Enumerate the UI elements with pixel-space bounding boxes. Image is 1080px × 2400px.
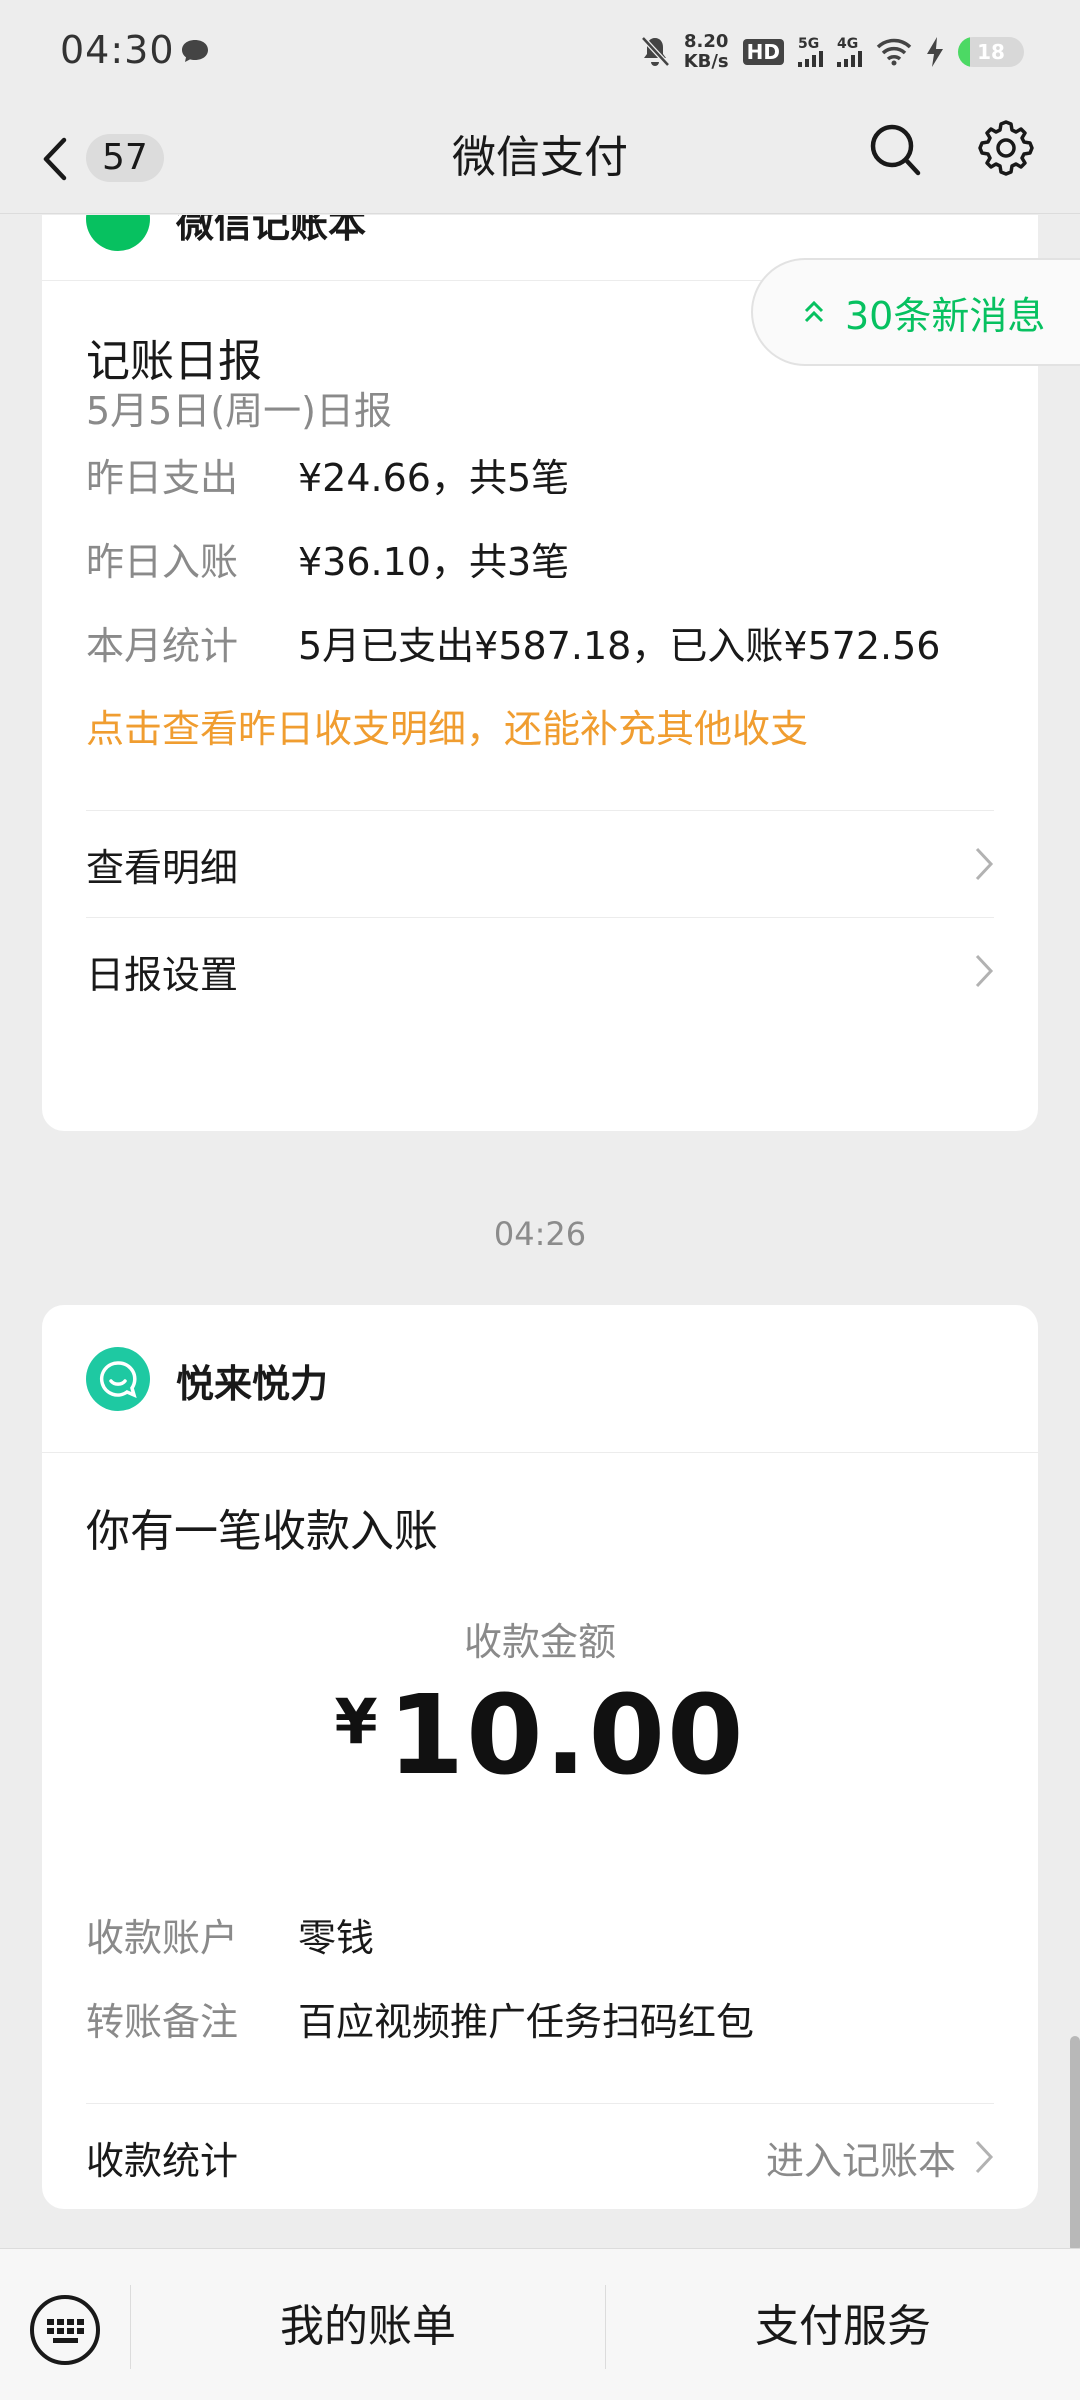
- status-time: 04:30: [60, 28, 175, 72]
- message-list[interactable]: 微信记账本 记账日报 5月5日(周一)日报 昨日支出 ¥24.66，共5笔 昨日…: [0, 215, 1080, 2247]
- ledger-link: 进入记账本: [765, 2138, 956, 2183]
- hd-voice-icon: HD: [742, 39, 784, 65]
- payment-received-card[interactable]: 悦来悦力 你有一笔收款入账 收款金额 ¥10.00 收款账户 零钱 转账备注 百…: [42, 1305, 1038, 2209]
- report-row: 本月统计 5月已支出¥587.18，已入账¥572.56: [86, 624, 941, 668]
- payment-title: 你有一笔收款入账: [86, 1506, 438, 1557]
- smile-chat-icon: [99, 1361, 137, 1399]
- source-name: 悦来悦力: [176, 1362, 329, 1406]
- signal-5g-icon: 5G: [798, 37, 823, 67]
- charging-icon: [927, 37, 943, 67]
- double-chevron-up-icon: [804, 300, 824, 323]
- status-bar: 04:30 8.20 KB/s HD 5G 4G 18: [0, 0, 1080, 104]
- merchant-logo-icon: [86, 1347, 150, 1411]
- wifi-icon: [876, 38, 912, 66]
- keyboard-icon[interactable]: [28, 2293, 102, 2367]
- card-header[interactable]: 悦来悦力: [42, 1305, 1038, 1453]
- menu-report-settings[interactable]: 日报设置: [86, 918, 994, 1024]
- payment-services-button[interactable]: 支付服务: [606, 2287, 1080, 2367]
- ledger-logo-icon: [86, 215, 150, 251]
- message-timestamp: 04:26: [493, 1215, 587, 1253]
- report-row: 昨日支出 ¥24.66，共5笔: [86, 456, 570, 500]
- scrollbar[interactable]: [1070, 2036, 1080, 2252]
- settings-gear-icon[interactable]: [976, 118, 1036, 178]
- chevron-right-icon: [975, 954, 994, 988]
- bell-muted-icon: [640, 36, 670, 67]
- amount-label: 收款金额: [463, 1620, 616, 1664]
- chevron-right-icon: [975, 847, 994, 881]
- my-bills-button[interactable]: 我的账单: [131, 2287, 605, 2367]
- payment-row: 收款账户 零钱: [86, 1916, 375, 1960]
- payment-amount: ¥10.00: [334, 1671, 746, 1799]
- message-notification-icon: [182, 40, 208, 62]
- report-row: 昨日入账 ¥36.10，共3笔: [86, 540, 570, 584]
- menu-view-details[interactable]: 查看明细: [86, 811, 994, 917]
- battery-indicator: 18: [958, 37, 1024, 67]
- menu-payment-stats[interactable]: 收款统计 进入记账本: [86, 2104, 994, 2210]
- bottom-bar: 我的账单 支付服务: [0, 2248, 1080, 2400]
- status-icons: 8.20 KB/s HD 5G 4G 18: [640, 28, 1024, 76]
- chevron-right-icon: [975, 2140, 994, 2174]
- signal-4g-icon: 4G: [837, 37, 862, 67]
- network-speed: 8.20 KB/s: [683, 31, 729, 72]
- source-name: 微信记账本: [176, 215, 367, 246]
- new-messages-button[interactable]: 30条新消息: [751, 258, 1080, 366]
- view-detail-link[interactable]: 点击查看昨日收支明细，还能补充其他收支: [86, 698, 808, 753]
- search-icon[interactable]: [868, 120, 924, 180]
- payment-row: 转账备注 百应视频推广任务扫码红包: [86, 2000, 755, 2044]
- report-subtitle: 5月5日(周一)日报: [86, 389, 393, 433]
